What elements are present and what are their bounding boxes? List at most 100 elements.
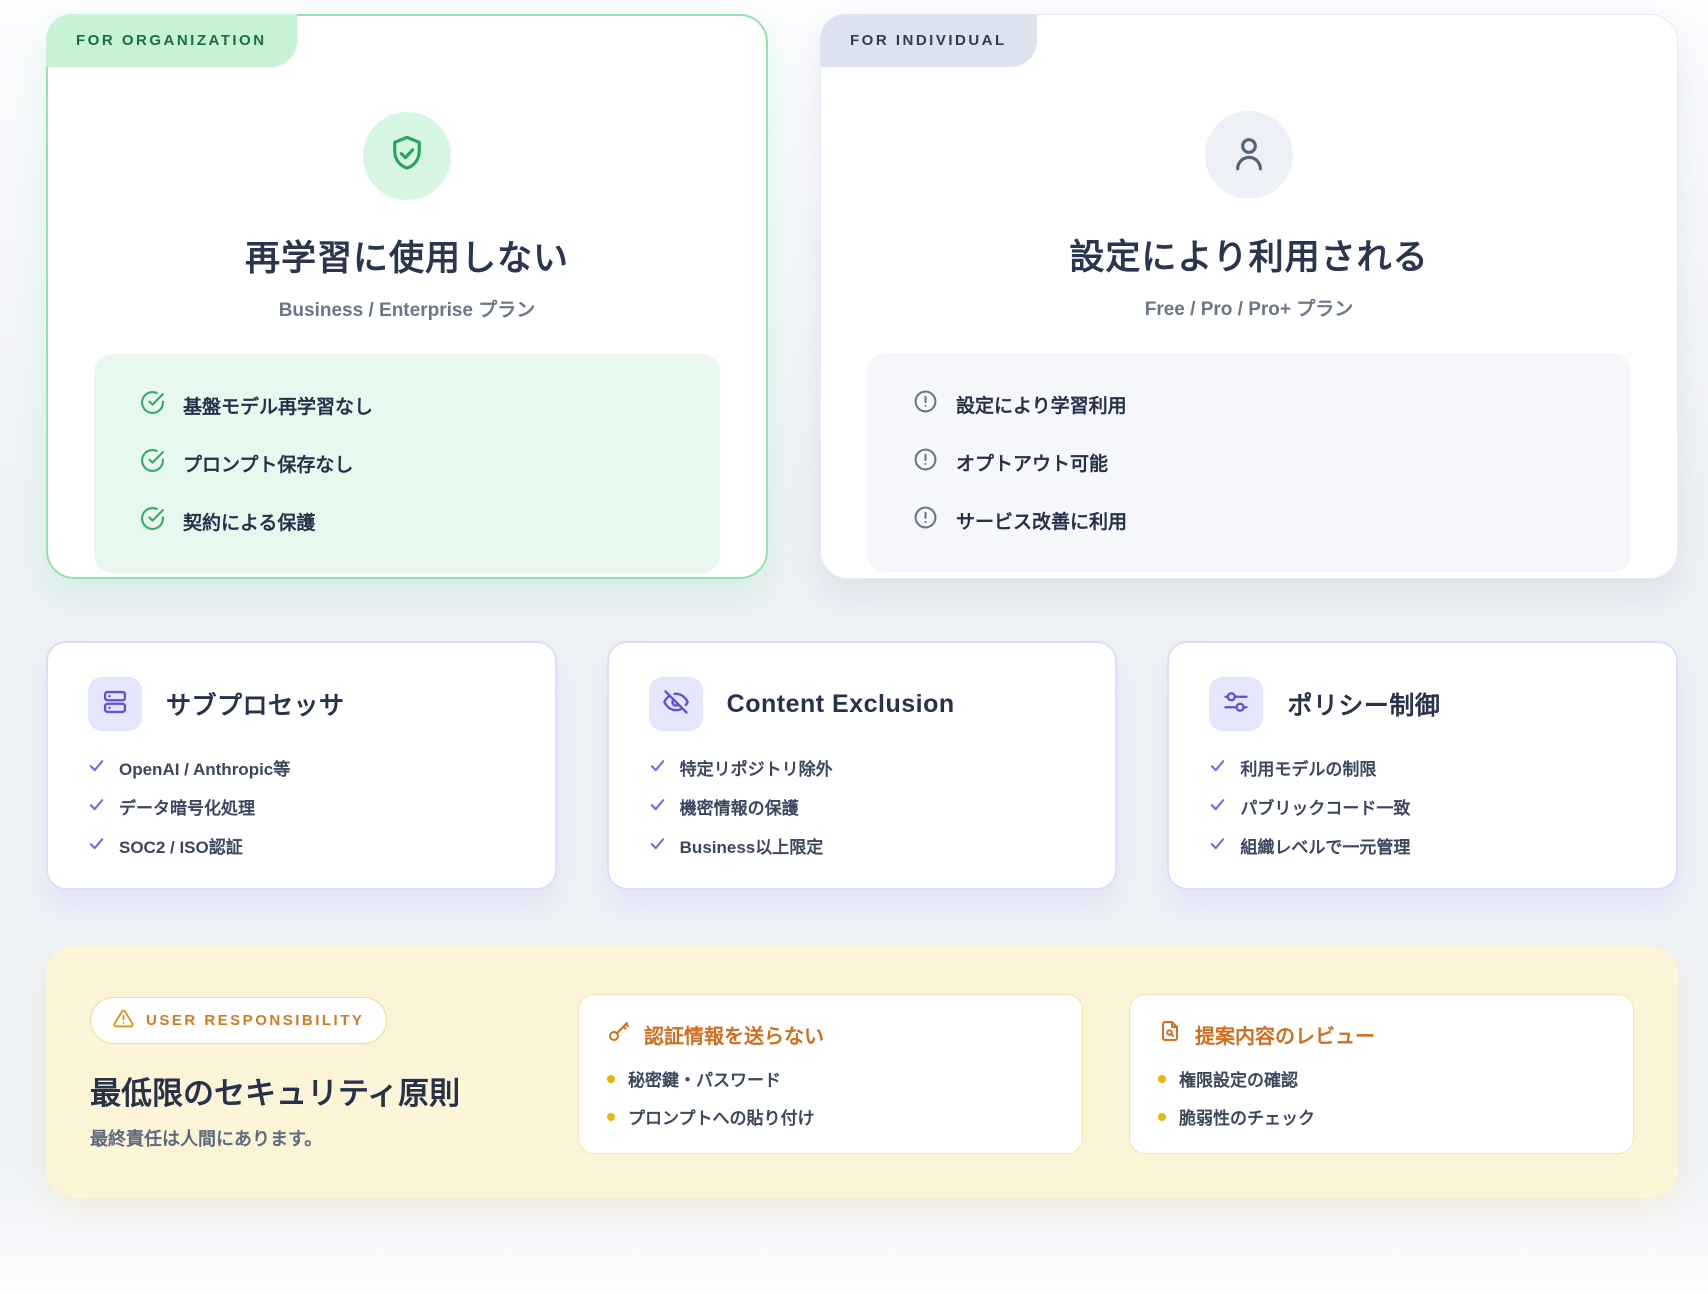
list-item: パブリックコード一致 — [1209, 794, 1636, 819]
list-item-label: 基盤モデル再学習なし — [183, 392, 373, 419]
list-item: サービス改善に利用 — [913, 505, 1585, 536]
organization-card: FOR ORGANIZATION 再学習に使用しない Business / En… — [46, 14, 768, 579]
check-icon — [1209, 757, 1226, 779]
eye-off-icon — [662, 688, 690, 721]
check-icon — [88, 796, 105, 818]
user-responsibility-band: USER RESPONSIBILITY 最低限のセキュリティ原則 最終責任は人間… — [46, 946, 1678, 1198]
responsibility-card-list: 権限設定の確認 脆弱性のチェック — [1158, 1066, 1605, 1129]
individual-card: FOR INDIVIDUAL 設定により利用される Free / Pro / P… — [820, 14, 1678, 579]
list-item-label: 秘密鍵・パスワード — [628, 1066, 781, 1091]
icon-tile — [88, 677, 142, 731]
alert-circle-icon — [913, 447, 938, 478]
list-item: プロンプト保存なし — [140, 448, 674, 479]
organization-title: 再学習に使用しない — [245, 230, 569, 281]
check-icon — [88, 835, 105, 857]
check-circle-icon — [140, 448, 165, 479]
list-item: SOC2 / ISO認証 — [88, 833, 515, 858]
alert-circle-icon — [913, 505, 938, 536]
responsibility-card-header: 認証情報を送らない — [607, 1019, 1054, 1049]
list-item: OpenAI / Anthropic等 — [88, 755, 515, 780]
icon-tile — [1209, 677, 1263, 731]
list-item-label: オプトアウト可能 — [956, 449, 1108, 476]
list-item: 脆弱性のチェック — [1158, 1104, 1605, 1129]
feature-card-header: サブプロセッサ — [88, 677, 515, 731]
feature-card-content-exclusion: Content Exclusion 特定リポジトリ除外 機密情報の保護 — [607, 641, 1118, 890]
check-icon — [1209, 796, 1226, 818]
list-item: データ暗号化処理 — [88, 794, 515, 819]
list-item-label: 組織レベルで一元管理 — [1240, 833, 1410, 858]
check-icon — [649, 757, 666, 779]
responsibility-subtitle: 最終責任は人間にあります。 — [90, 1125, 532, 1151]
feature-card-subprocessor: サブプロセッサ OpenAI / Anthropic等 データ暗号化処理 — [46, 641, 557, 890]
bullet-dot — [607, 1075, 615, 1083]
list-item-label: Business以上限定 — [680, 833, 824, 858]
check-circle-icon — [140, 506, 165, 537]
bullet-dot — [607, 1113, 615, 1121]
shield-check-icon — [386, 133, 428, 180]
list-item-label: 特定リポジトリ除外 — [680, 755, 833, 780]
list-item-label: 利用モデルの制限 — [1240, 755, 1376, 780]
responsibility-card-header: 提案内容のレビュー — [1158, 1019, 1605, 1049]
list-item-label: プロンプト保存なし — [183, 450, 353, 477]
responsibility-card-review: 提案内容のレビュー 権限設定の確認 脆弱性のチェック — [1129, 994, 1634, 1154]
sliders-icon — [1222, 688, 1250, 721]
feature-card-header: ポリシー制御 — [1209, 677, 1636, 731]
list-item: 基盤モデル再学習なし — [140, 390, 674, 421]
individual-badge: FOR INDIVIDUAL — [820, 14, 1037, 67]
icon-tile — [649, 677, 703, 731]
list-item-label: プロンプトへの貼り付け — [628, 1104, 815, 1129]
list-item-label: SOC2 / ISO認証 — [119, 833, 243, 858]
feature-card-list: 特定リポジトリ除外 機密情報の保護 Business以上限定 — [649, 755, 1076, 858]
check-icon — [88, 757, 105, 779]
feature-card-title: サブプロセッサ — [166, 686, 345, 722]
list-item: 契約による保護 — [140, 506, 674, 537]
responsibility-card-title: 提案内容のレビュー — [1195, 1020, 1375, 1049]
key-icon — [607, 1019, 631, 1049]
individual-notes-panel: 設定により学習利用 オプトアウト可能 — [867, 353, 1631, 572]
responsibility-intro: USER RESPONSIBILITY 最低限のセキュリティ原則 最終責任は人間… — [90, 994, 532, 1154]
server-icon — [101, 688, 129, 721]
feature-card-list: 利用モデルの制限 パブリックコード一致 組織レベルで一元管理 — [1209, 755, 1636, 858]
user-icon — [1228, 132, 1270, 179]
feature-card-title: ポリシー制御 — [1287, 686, 1440, 722]
list-item-label: 機密情報の保護 — [680, 794, 799, 819]
feature-card-policy-control: ポリシー制御 利用モデルの制限 パブリックコード一致 — [1167, 641, 1678, 890]
list-item: 特定リポジトリ除外 — [649, 755, 1076, 780]
individual-card-body: 設定により利用される Free / Pro / Pro+ プラン 設定により学習… — [821, 15, 1677, 572]
list-item: 設定により学習利用 — [913, 389, 1585, 420]
list-item: オプトアウト可能 — [913, 447, 1585, 478]
organization-badge: FOR ORGANIZATION — [46, 14, 297, 67]
list-item: プロンプトへの貼り付け — [607, 1104, 1054, 1129]
feature-card-list: OpenAI / Anthropic等 データ暗号化処理 SOC2 / ISO認… — [88, 755, 515, 858]
feature-card-header: Content Exclusion — [649, 677, 1076, 731]
organization-benefits-panel: 基盤モデル再学習なし プロンプト保存なし — [94, 354, 720, 573]
responsibility-card-credentials: 認証情報を送らない 秘密鍵・パスワード プロンプトへの貼り付け — [578, 994, 1083, 1154]
check-icon — [649, 796, 666, 818]
list-item-label: 設定により学習利用 — [956, 391, 1127, 418]
organization-subtitle: Business / Enterprise プラン — [279, 295, 536, 322]
list-item-label: 権限設定の確認 — [1179, 1066, 1298, 1091]
list-item: 秘密鍵・パスワード — [607, 1066, 1054, 1091]
check-icon — [649, 835, 666, 857]
list-item-label: 脆弱性のチェック — [1179, 1104, 1315, 1129]
individual-subtitle: Free / Pro / Pro+ プラン — [1145, 294, 1354, 321]
check-circle-icon — [140, 390, 165, 421]
feature-card-title: Content Exclusion — [727, 690, 955, 719]
list-item: 組織レベルで一元管理 — [1209, 833, 1636, 858]
responsibility-card-title: 認証情報を送らない — [644, 1020, 824, 1049]
bullet-dot — [1158, 1113, 1166, 1121]
plan-comparison-row: FOR ORGANIZATION 再学習に使用しない Business / En… — [46, 14, 1678, 579]
individual-title: 設定により利用される — [1069, 229, 1428, 280]
list-item: Business以上限定 — [649, 833, 1076, 858]
list-item-label: データ暗号化処理 — [119, 794, 255, 819]
responsibility-badge-label: USER RESPONSIBILITY — [146, 1012, 364, 1029]
responsibility-card-list: 秘密鍵・パスワード プロンプトへの貼り付け — [607, 1066, 1054, 1129]
list-item-label: 契約による保護 — [183, 508, 315, 535]
organization-card-body: 再学習に使用しない Business / Enterprise プラン 基盤モデ… — [48, 16, 766, 573]
list-item: 機密情報の保護 — [649, 794, 1076, 819]
list-item: 権限設定の確認 — [1158, 1066, 1605, 1091]
feature-cards-row: サブプロセッサ OpenAI / Anthropic等 データ暗号化処理 — [46, 641, 1678, 890]
alert-triangle-icon — [113, 1008, 134, 1033]
list-item-label: サービス改善に利用 — [956, 507, 1127, 534]
alert-circle-icon — [913, 389, 938, 420]
